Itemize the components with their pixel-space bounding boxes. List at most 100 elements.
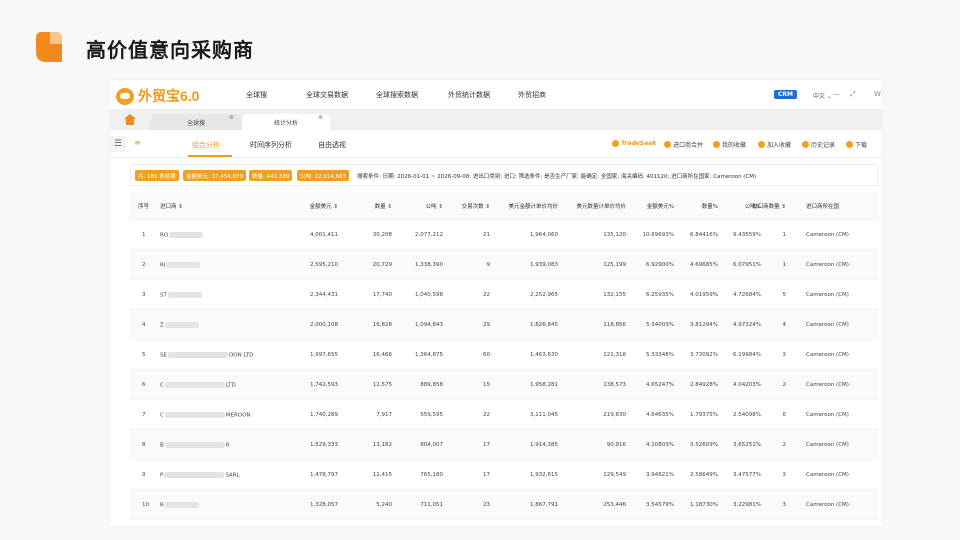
table-cell: 1,997,655 [310, 352, 338, 358]
close-icon[interactable]: ⊗ [229, 114, 234, 121]
importer-name-prefix: SE [160, 352, 167, 359]
table-cell: 10.69693% [642, 232, 674, 238]
importer-name[interactable]: SE OON LTD [160, 352, 253, 359]
column-header[interactable]: 交易次数 ⇕ [462, 202, 490, 210]
filter-icon[interactable]: ☰ [110, 136, 126, 152]
table-row[interactable]: 2 RI 2,595,210 20,729 1,338,390 9 1,939,083 125… [130, 250, 878, 280]
row-index: 7 [142, 412, 146, 418]
row-index: 4 [142, 322, 146, 328]
importer-name[interactable]: ST [160, 292, 203, 299]
importer-name-suffix: OON LTD [228, 352, 254, 359]
masked-text [167, 352, 228, 358]
column-header[interactable]: 出口商数量 ⇕ [752, 202, 786, 210]
table-row[interactable]: 1 RO 4,001,411 30,208 2,077,212 21 1,964,060 13… [130, 220, 878, 250]
clock-icon [802, 141, 809, 148]
table-cell: 219,830 [603, 412, 626, 418]
importer-name-suffix: MEROON [225, 412, 251, 419]
column-header[interactable]: 进口商 ⇕ [160, 202, 183, 210]
table-cell: 4.01959% [690, 292, 718, 298]
importer-name[interactable]: R [160, 502, 200, 509]
table-cell: 711,051 [420, 502, 443, 508]
table-row[interactable]: 10 R 1,328,057 5,240 711,051 23 1,867,791 253,4… [130, 490, 878, 520]
nav-item-trade-data[interactable]: 全球交易数据 [306, 90, 348, 100]
table-row[interactable]: 5 SE OON LTD 1,997,655 16,466 1,364,875 60 1,46… [130, 340, 878, 370]
column-header[interactable]: 数量 ⇕ [375, 202, 392, 210]
table-cell: 1.79375% [690, 412, 718, 418]
importer-name[interactable]: C LTD [160, 382, 236, 389]
importer-name-suffix: SARL [225, 472, 240, 479]
table-cell: 1,914,385 [530, 442, 558, 448]
crm-button[interactable]: CRM [774, 90, 797, 99]
table-row[interactable]: 9 P SARL 1,478,797 11,415 765,180 17 1,932,615 1… [130, 460, 878, 490]
table-cell: 16,828 [372, 322, 392, 328]
merge-importer-button[interactable]: 进口商合并 [664, 140, 703, 149]
importer-name[interactable]: P SARL [160, 472, 240, 479]
home-icon[interactable] [124, 114, 136, 125]
column-header: 美元金额计单价均价 [508, 204, 558, 210]
table-cell: 3.54579% [646, 502, 674, 508]
minimize-icon[interactable]: — [833, 90, 840, 98]
table-cell: 4 [782, 322, 787, 328]
table-row[interactable]: 4 Z 2,000,108 16,828 1,094,843 29 1,826,845 118… [130, 310, 878, 340]
table-cell: 132,155 [603, 292, 626, 298]
table-row[interactable]: 8 B R 1,529,333 13,182 804,007 17 1,914,385 90,9… [130, 430, 878, 460]
action-label: 历史记录 [811, 142, 836, 149]
table-cell: 4.10803% [646, 442, 674, 448]
language-select[interactable]: 中文 ⌄ [813, 91, 832, 100]
menu-icon[interactable]: ≡ [134, 138, 141, 147]
importer-name[interactable]: RO [160, 232, 204, 239]
table-cell: 17,740 [372, 292, 392, 298]
subtab-combo-analysis[interactable]: 组合分析 [192, 140, 220, 150]
table-row[interactable]: 6 C LTD 1,742,593 12,575 889,858 15 1,958,281 13… [130, 370, 878, 400]
table-cell: 2 [782, 382, 787, 388]
brand-mascot-icon [116, 87, 134, 105]
table-cell: 138,573 [603, 382, 626, 388]
nav-item-global-search[interactable]: 全球搜 [246, 90, 267, 100]
close-icon[interactable]: ⊗ [318, 114, 323, 121]
importer-country: Cameroon (CM) [806, 412, 849, 418]
column-header: 美元数量计单价均价 [576, 204, 626, 210]
importer-country: Cameroon (CM) [806, 502, 849, 508]
importer-country: Cameroon (CM) [806, 262, 849, 268]
nav-item-search-data[interactable]: 全球搜索数据 [376, 90, 418, 100]
table-cell: 2,000,108 [310, 322, 338, 328]
download-button[interactable]: 下载 [846, 140, 867, 149]
masked-text [164, 382, 225, 388]
stats-bar: 共: 181 条结果 金额美元: 37,454,879 数量: 441,339 … [130, 164, 878, 186]
importer-name[interactable]: C MEROON [160, 412, 251, 419]
table-cell: 3 [782, 502, 787, 508]
table-cell: 1,742,593 [310, 382, 338, 388]
table-cell: 11,415 [372, 472, 392, 478]
table-header: 序号 进口商 ⇕ 金额美元 ⇕ 数量 ⇕ 公吨 ⇕ 交易次数 ⇕ 美元金额计单价均价 美元数量… [130, 192, 878, 220]
action-label: 进口商合并 [673, 142, 704, 149]
row-index: 9 [142, 472, 146, 478]
importer-country: Cameroon (CM) [806, 352, 849, 358]
history-button[interactable]: 历史记录 [802, 140, 835, 149]
subtab-time-series[interactable]: 时间序列分析 [250, 140, 292, 150]
importer-name[interactable]: Z [160, 322, 200, 329]
table-cell: 4,001,411 [310, 232, 338, 238]
nav-item-stats-data[interactable]: 外贸统计数据 [448, 90, 490, 100]
table-cell: 6.07951% [733, 262, 761, 268]
masked-text [167, 292, 202, 298]
table-cell: 15 [483, 382, 490, 388]
table-cell: 17 [483, 472, 490, 478]
column-header[interactable]: 金额美元 ⇕ [310, 202, 338, 210]
subtab-pivot[interactable]: 自由透视 [318, 140, 346, 150]
tab-stats-analysis[interactable]: 统计分析 [242, 114, 330, 130]
nav-item-investment[interactable]: 外贸招商 [518, 90, 546, 100]
tradeseek-button[interactable]: TradeSeek [612, 140, 656, 147]
my-favorites-button[interactable]: 我的收藏 [713, 140, 746, 149]
table-cell: 2,344,431 [310, 292, 338, 298]
importer-name[interactable]: BR [160, 442, 230, 449]
table-row[interactable]: 7 C MEROON 1,740,289 7,917 559,595 22 3,111,045… [130, 400, 878, 430]
nav-extra[interactable]: W [874, 90, 881, 98]
importer-name[interactable]: RI [160, 262, 201, 269]
importer-country: Cameroon (CM) [806, 232, 849, 238]
brand[interactable]: 外贸宝6.0 [116, 86, 199, 106]
expand-icon[interactable]: ⤢ [850, 90, 856, 99]
add-favorite-button[interactable]: 加入收藏 [758, 140, 791, 149]
table-row[interactable]: 3 ST 2,344,431 17,740 1,040,598 22 2,252,965 13… [130, 280, 878, 310]
column-header[interactable]: 公吨 ⇕ [426, 202, 443, 210]
table-cell: 1 [782, 262, 787, 268]
